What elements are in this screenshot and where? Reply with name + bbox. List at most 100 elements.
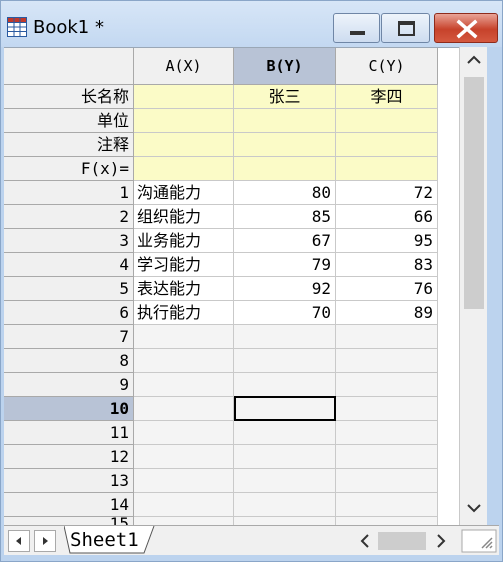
- next-sheet-button[interactable]: [34, 530, 56, 552]
- table-cell[interactable]: [134, 325, 234, 349]
- table-cell[interactable]: 79: [234, 253, 336, 277]
- active-cell-cursor[interactable]: [234, 396, 336, 421]
- long-name-c[interactable]: 李四: [336, 85, 438, 109]
- row-number[interactable]: 8: [4, 349, 134, 373]
- row-number-selected[interactable]: 10: [4, 397, 134, 421]
- table-cell[interactable]: 80: [234, 181, 336, 205]
- comments-a[interactable]: [134, 133, 234, 157]
- table-cell[interactable]: [336, 445, 438, 469]
- table-cell[interactable]: 83: [336, 253, 438, 277]
- long-name-a[interactable]: [134, 85, 234, 109]
- maximize-button[interactable]: [381, 13, 430, 43]
- table-cell[interactable]: [234, 349, 336, 373]
- column-header-a[interactable]: A(X): [134, 48, 234, 85]
- table-cell[interactable]: 76: [336, 277, 438, 301]
- row-number[interactable]: 15: [4, 517, 134, 525]
- column-header-b[interactable]: B(Y): [234, 48, 336, 85]
- row-number[interactable]: 3: [4, 229, 134, 253]
- row-number[interactable]: 6: [4, 301, 134, 325]
- row-number[interactable]: 12: [4, 445, 134, 469]
- units-a[interactable]: [134, 109, 234, 133]
- row-number[interactable]: 2: [4, 205, 134, 229]
- corner-header[interactable]: [4, 48, 134, 85]
- table-cell[interactable]: 表达能力: [134, 277, 234, 301]
- horizontal-scroll-thumb[interactable]: [378, 532, 426, 550]
- table-cell[interactable]: [234, 325, 336, 349]
- table-cell[interactable]: [134, 469, 234, 493]
- worksheet-grid[interactable]: A(X) B(Y) C(Y) 长名称 张三 李四 单位 注释 F(x)= 1 沟…: [4, 47, 459, 525]
- row-number[interactable]: 9: [4, 373, 134, 397]
- table-cell[interactable]: 组织能力: [134, 205, 234, 229]
- fx-b[interactable]: [234, 157, 336, 181]
- table-cell[interactable]: 70: [234, 301, 336, 325]
- table-cell[interactable]: [336, 349, 438, 373]
- row-number[interactable]: 1: [4, 181, 134, 205]
- table-cell[interactable]: [336, 397, 438, 421]
- column-header-c[interactable]: C(Y): [336, 48, 438, 85]
- table-cell[interactable]: 95: [336, 229, 438, 253]
- table-cell[interactable]: [234, 373, 336, 397]
- row-number[interactable]: 14: [4, 493, 134, 517]
- row-label-comments[interactable]: 注释: [4, 133, 134, 157]
- table-cell[interactable]: [336, 517, 438, 525]
- title-bar[interactable]: Book1 *: [1, 1, 502, 47]
- table-cell[interactable]: 92: [234, 277, 336, 301]
- horizontal-scrollbar[interactable]: [352, 528, 458, 554]
- row-number[interactable]: 4: [4, 253, 134, 277]
- table-cell[interactable]: 业务能力: [134, 229, 234, 253]
- table-cell[interactable]: [134, 349, 234, 373]
- scroll-up-button[interactable]: [460, 47, 488, 73]
- table-cell[interactable]: [234, 421, 336, 445]
- units-c[interactable]: [336, 109, 438, 133]
- table-cell[interactable]: 85: [234, 205, 336, 229]
- sheet-tab[interactable]: Sheet1: [64, 526, 156, 554]
- row-label-fx[interactable]: F(x)=: [4, 157, 134, 181]
- scroll-down-button[interactable]: [460, 495, 488, 521]
- table-cell[interactable]: [234, 445, 336, 469]
- row-number[interactable]: 5: [4, 277, 134, 301]
- table-cell[interactable]: [134, 421, 234, 445]
- table-cell[interactable]: 66: [336, 205, 438, 229]
- units-b[interactable]: [234, 109, 336, 133]
- table-cell[interactable]: [336, 469, 438, 493]
- table-cell[interactable]: [134, 493, 234, 517]
- comments-b[interactable]: [234, 133, 336, 157]
- chevron-down-icon: [467, 504, 481, 513]
- table-cell[interactable]: [336, 325, 438, 349]
- table-cell[interactable]: [134, 517, 234, 525]
- scroll-left-button[interactable]: [354, 530, 376, 552]
- row-number[interactable]: 7: [4, 325, 134, 349]
- table-cell[interactable]: [234, 517, 336, 525]
- table-cell[interactable]: 沟通能力: [134, 181, 234, 205]
- fx-a[interactable]: [134, 157, 234, 181]
- close-button[interactable]: [434, 13, 498, 43]
- table-cell[interactable]: [336, 421, 438, 445]
- table-cell[interactable]: [134, 397, 234, 421]
- vertical-scrollbar[interactable]: [459, 47, 487, 525]
- minimize-button[interactable]: [333, 13, 380, 43]
- sheet-tab-label: Sheet1: [70, 529, 139, 551]
- long-name-b[interactable]: 张三: [234, 85, 336, 109]
- fx-c[interactable]: [336, 157, 438, 181]
- maximize-icon: [398, 21, 415, 36]
- row-number[interactable]: 11: [4, 421, 134, 445]
- table-cell[interactable]: 89: [336, 301, 438, 325]
- comments-c[interactable]: [336, 133, 438, 157]
- previous-sheet-button[interactable]: [8, 530, 30, 552]
- table-cell[interactable]: [336, 373, 438, 397]
- row-label-units[interactable]: 单位: [4, 109, 134, 133]
- table-cell[interactable]: [134, 373, 234, 397]
- table-cell[interactable]: 执行能力: [134, 301, 234, 325]
- table-cell[interactable]: 学习能力: [134, 253, 234, 277]
- row-number[interactable]: 13: [4, 469, 134, 493]
- table-cell[interactable]: [336, 493, 438, 517]
- resize-grip-icon[interactable]: [460, 528, 498, 554]
- scroll-right-button[interactable]: [430, 530, 452, 552]
- table-cell[interactable]: 67: [234, 229, 336, 253]
- table-cell[interactable]: [234, 469, 336, 493]
- table-cell[interactable]: [234, 493, 336, 517]
- vertical-scroll-thumb[interactable]: [464, 77, 484, 309]
- table-cell[interactable]: 72: [336, 181, 438, 205]
- row-label-long-name[interactable]: 长名称: [4, 85, 134, 109]
- table-cell[interactable]: [134, 445, 234, 469]
